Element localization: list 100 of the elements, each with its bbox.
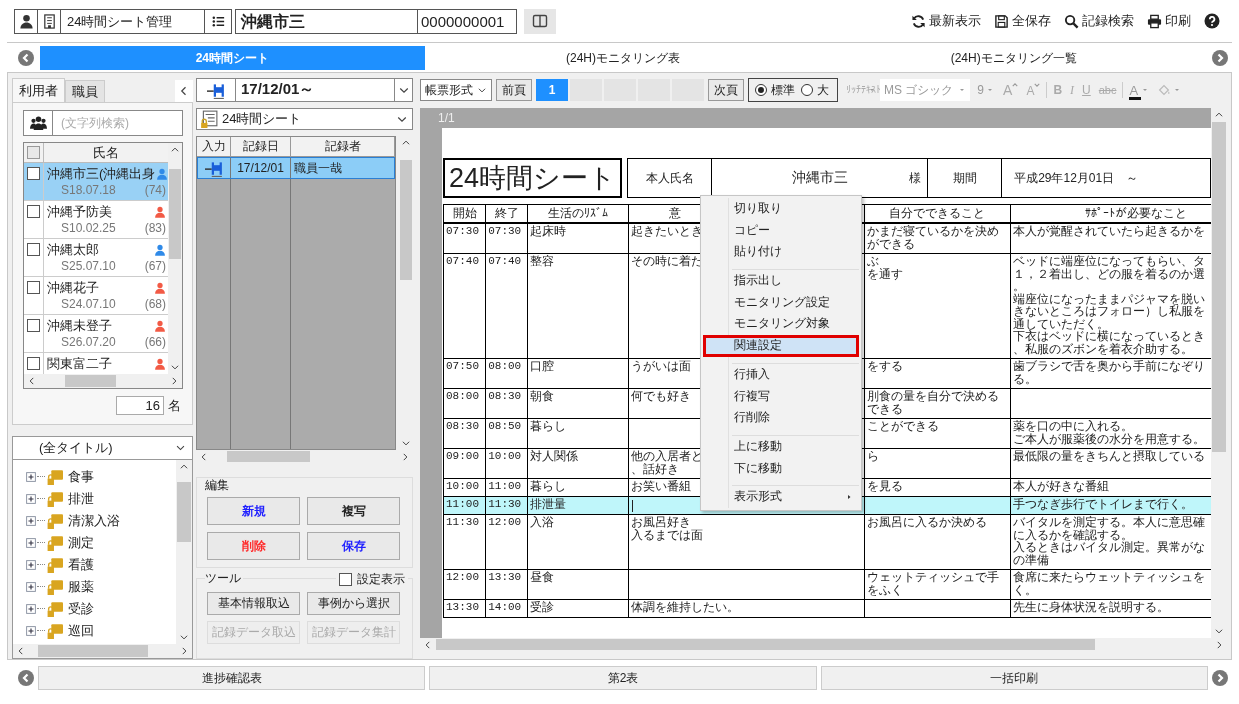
checkbox[interactable] — [27, 167, 40, 180]
scroll-left-icon[interactable] — [27, 376, 37, 386]
expand-icon[interactable] — [26, 493, 36, 504]
menu-item[interactable]: 行削除 — [703, 407, 859, 429]
refresh-button[interactable]: 最新表示 — [911, 12, 981, 30]
radio-button[interactable]: 大 — [801, 81, 829, 99]
scroll-left-icon[interactable] — [423, 639, 433, 650]
module-name: 24時間シート管理 — [66, 12, 174, 31]
tab[interactable]: (24H)モニタリング表 — [430, 45, 816, 70]
category-item[interactable]: 服薬 — [68, 577, 94, 596]
date-dropdown[interactable]: 17/12/01～ — [196, 78, 413, 102]
table-cell-text: できる — [867, 402, 904, 415]
table-cell-text: ができる — [867, 237, 916, 250]
category-item[interactable]: 測定 — [68, 533, 94, 552]
tab[interactable]: (24H)モニタリング一覧 — [821, 45, 1206, 70]
menu-item[interactable]: 下に移動 — [703, 457, 859, 480]
birth-date: S24.07.10 — [61, 296, 116, 313]
horizontal-scrollbar[interactable] — [24, 374, 182, 388]
user-id: 0000000001 — [417, 9, 516, 33]
category-item[interactable]: 看護 — [68, 555, 94, 574]
column-header: 生活のﾘｽﾞﾑ — [527, 204, 629, 223]
split-view-button[interactable] — [524, 8, 556, 34]
sheet-dropdown[interactable]: 24時間シート — [196, 107, 413, 131]
table-cell-text: 13:30 — [446, 601, 479, 614]
scroll-down-icon[interactable] — [1214, 626, 1224, 636]
title-dropdown[interactable]: (全タイトル) — [12, 436, 193, 460]
action-button[interactable]: 新規 — [207, 497, 300, 526]
menu-item[interactable]: 貼り付け — [703, 241, 859, 264]
locked-folder-icon — [46, 468, 63, 486]
scroll-right-icon[interactable] — [179, 646, 189, 656]
search-button[interactable]: 記録検索 — [1064, 12, 1134, 30]
menu-item[interactable]: 指示出し — [703, 270, 859, 292]
column-header: 終了 — [485, 204, 528, 223]
expand-icon[interactable] — [26, 515, 36, 526]
action-button[interactable]: 事例から選択 — [307, 592, 400, 616]
next-page-button[interactable]: 次頁 — [708, 79, 744, 101]
vertical-scrollbar[interactable] — [176, 459, 192, 644]
menu-item[interactable]: 関連設定 — [703, 335, 859, 357]
bottom-tab[interactable]: 進捗確認表 — [38, 666, 426, 690]
print-button[interactable]: 印刷 — [1147, 12, 1191, 30]
expand-icon[interactable] — [26, 559, 36, 570]
category-item[interactable]: 食事 — [68, 467, 94, 486]
menu-item[interactable]: 行挿入 — [703, 363, 859, 386]
expand-icon[interactable] — [26, 581, 36, 592]
action-button[interactable]: 保存 — [307, 532, 400, 561]
list-row[interactable]: 沖縄花子 S24.07.10 (68) — [24, 277, 168, 315]
menu-item[interactable]: モニタリング対象 — [703, 313, 859, 336]
checkbox[interactable] — [27, 319, 40, 332]
flag-icon — [204, 159, 223, 178]
category-item[interactable]: 受診 — [68, 599, 94, 618]
horizontal-scrollbar[interactable] — [13, 644, 192, 658]
category-item[interactable]: 清潔入浴 — [68, 511, 120, 530]
save-button[interactable]: 全保存 — [994, 12, 1051, 30]
scroll-left-icon[interactable] — [199, 451, 209, 462]
checkbox[interactable] — [27, 357, 40, 370]
search-field[interactable]: (文字列検索) — [53, 110, 183, 136]
building-icon[interactable] — [41, 13, 57, 29]
list-row[interactable]: 沖縄市三(沖縄出身 S18.07.18 (74) — [24, 163, 168, 201]
group-button[interactable] — [23, 110, 53, 136]
person-icon[interactable] — [18, 13, 34, 29]
checkbox[interactable] — [27, 205, 40, 218]
tab[interactable]: 職員 — [65, 80, 105, 102]
list-row[interactable]: 沖縄予防美 S10.02.25 (83) — [24, 201, 168, 239]
list-row[interactable]: 17/12/01 職員一哉 — [197, 157, 395, 180]
bottom-tab[interactable]: 一括印刷 — [820, 666, 1208, 690]
checkbox[interactable] — [27, 243, 40, 256]
category-item[interactable]: 巡回 — [68, 621, 94, 640]
bottom-tab[interactable]: 第2表 — [429, 666, 817, 690]
scroll-right-icon[interactable] — [169, 376, 179, 386]
category-item[interactable]: 排泄 — [68, 489, 94, 508]
menu-item[interactable]: 上に移動 — [703, 435, 859, 458]
expand-icon[interactable] — [26, 537, 36, 548]
menu-item[interactable]: 行複写 — [703, 385, 859, 408]
scroll-left-icon[interactable] — [16, 646, 26, 656]
checkbox[interactable] — [27, 281, 40, 294]
scroll-right-icon[interactable] — [400, 451, 410, 462]
expand-icon[interactable] — [26, 625, 36, 636]
scroll-down-icon[interactable] — [179, 632, 189, 642]
scroll-down-icon[interactable] — [170, 362, 180, 372]
action-button[interactable]: 複写 — [307, 497, 400, 526]
format-dropdown[interactable]: 帳票形式 — [420, 79, 492, 101]
previous-page-button[interactable]: 前頁 — [496, 79, 532, 101]
vertical-scrollbar[interactable] — [168, 143, 182, 374]
collapse-button[interactable] — [175, 80, 193, 102]
scroll-up-icon[interactable] — [170, 145, 180, 155]
expand-icon[interactable] — [26, 603, 36, 614]
action-button[interactable]: 基本情報取込 — [207, 592, 300, 616]
user-name: 沖縄未登子 — [47, 316, 112, 335]
menu-item[interactable]: モニタリング設定 — [703, 291, 859, 314]
checkbox[interactable] — [27, 146, 40, 159]
scroll-up-icon[interactable] — [1214, 110, 1224, 120]
menu-item[interactable]: 表示形式 — [703, 486, 859, 508]
tab[interactable]: 利用者 — [12, 78, 65, 102]
list-row[interactable]: 沖縄未登子 S26.07.20 (66) — [24, 315, 168, 353]
help-button[interactable] — [1204, 13, 1220, 29]
settings-checkbox[interactable]: 設定表示 — [336, 571, 408, 589]
list-row[interactable]: 沖縄太郎 S25.07.10 (67) — [24, 239, 168, 277]
scroll-right-icon[interactable] — [1214, 639, 1224, 650]
radio-button[interactable]: 標準 — [755, 81, 795, 99]
expand-icon[interactable] — [26, 471, 36, 482]
